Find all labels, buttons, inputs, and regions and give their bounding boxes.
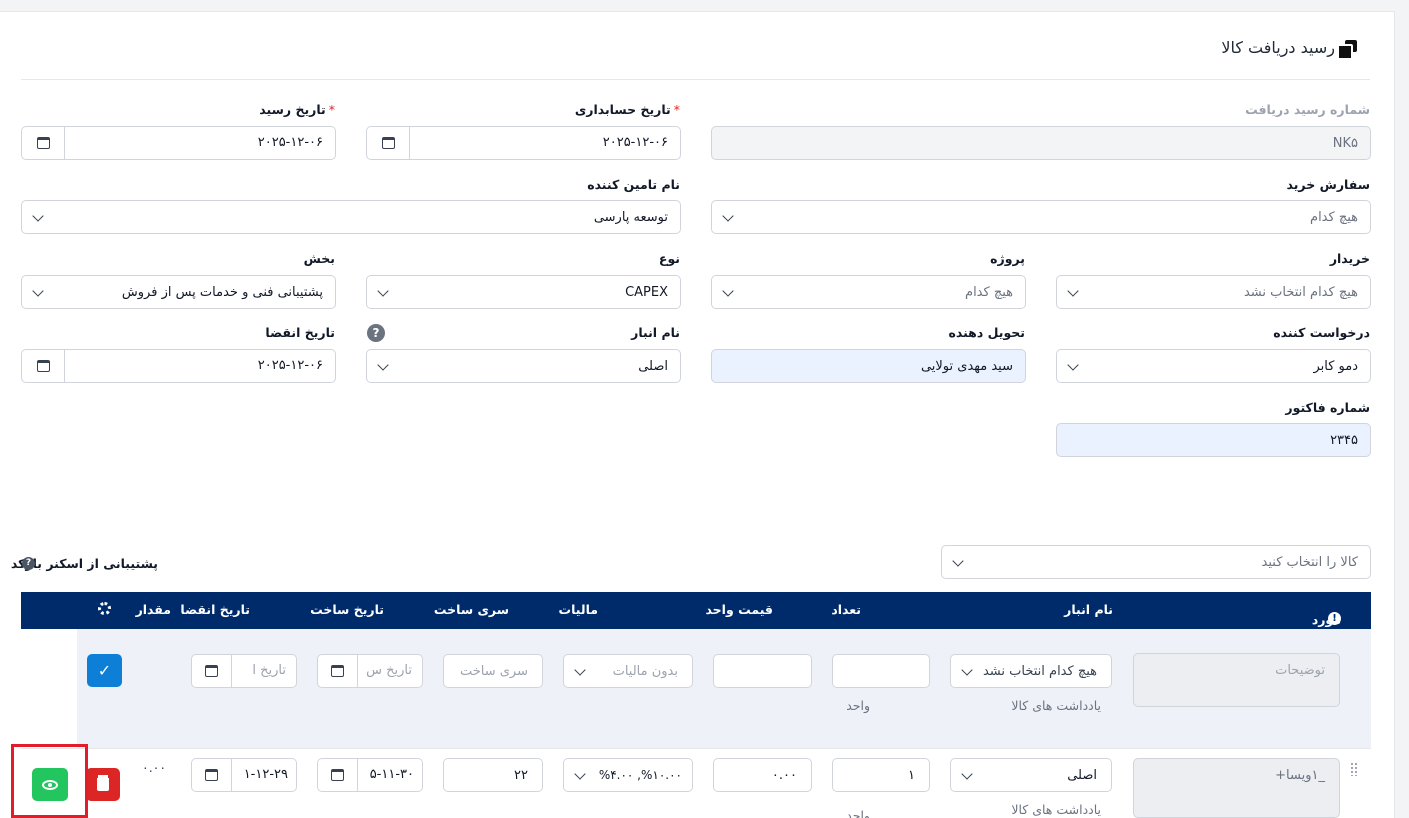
unit-label: واحد	[846, 698, 870, 713]
trash-icon	[97, 778, 109, 791]
project-label: پروژه	[990, 251, 1025, 266]
col-qty: تعداد	[831, 602, 861, 617]
invoice-no-input[interactable]: ۲۳۴۵	[1056, 423, 1371, 457]
accounting-date-field[interactable]: ۲۰۲۵-۱۲-۰۶	[366, 126, 681, 160]
new-row-qty-input[interactable]	[832, 654, 930, 688]
chevron-down-icon	[722, 285, 734, 297]
row-warehouse-select[interactable]: اصلی	[950, 758, 1112, 792]
calendar-button[interactable]	[367, 127, 410, 159]
purchase-order-select[interactable]: هیچ کدام	[711, 200, 1371, 234]
invoice-no-label: شماره فاکتور	[1285, 400, 1370, 415]
new-row-batch-input[interactable]: سری ساخت	[443, 654, 543, 688]
receipt-date-field[interactable]: ۲۰۲۵-۱۲-۰۶	[21, 126, 336, 160]
chevron-down-icon	[377, 285, 389, 297]
check-icon: ✓	[97, 661, 112, 680]
warehouse-label: نام انبار	[631, 325, 680, 340]
item-notes-label[interactable]: یادداشت های کالا	[1011, 698, 1101, 713]
row-amount: ۰.۰۰	[142, 760, 167, 775]
delete-row-button[interactable]	[86, 768, 120, 801]
row-expiry-date[interactable]: ۱-۱۲-۲۹	[191, 758, 297, 792]
department-label: بخش	[303, 251, 335, 266]
barcode-help-icon[interactable]: ?	[22, 557, 35, 570]
calendar-button[interactable]	[318, 759, 358, 791]
chevron-down-icon	[32, 210, 44, 222]
unit-label: واحد	[846, 808, 870, 818]
row-mfg-date[interactable]: ۵-۱۱-۳۰	[317, 758, 423, 792]
gear-icon[interactable]	[98, 602, 111, 615]
expiry-date-label: تاریخ انقضا	[265, 325, 335, 340]
chevron-down-icon	[952, 555, 964, 567]
deliverer-input[interactable]: سید مهدی تولایی	[711, 349, 1026, 383]
department-select[interactable]: پشتیبانی فنی و خدمات پس از فروش	[21, 275, 336, 309]
chevron-down-icon	[961, 768, 973, 780]
calendar-button[interactable]	[192, 759, 232, 791]
receipt-no-label: شماره رسید دریافت	[1245, 102, 1370, 117]
highlight-box	[11, 744, 88, 818]
chevron-down-icon	[574, 664, 586, 676]
row-unit-price-input[interactable]: ۰.۰۰	[713, 758, 812, 792]
project-select[interactable]: هیچ کدام	[711, 275, 1026, 309]
chevron-down-icon	[1067, 359, 1079, 371]
col-expiry: تاریخ انقضا	[180, 602, 250, 617]
drag-handle-icon[interactable]	[1350, 762, 1358, 776]
calendar-icon	[36, 137, 50, 149]
calendar-icon	[36, 360, 50, 372]
col-warehouse: نام انبار	[1064, 602, 1113, 617]
col-amount: مقدار	[135, 602, 171, 617]
supplier-select[interactable]: توسعه پارسی	[21, 200, 681, 234]
title-divider	[21, 79, 1370, 80]
new-row-expiry-date[interactable]: تاریخ ا	[191, 654, 297, 688]
chevron-down-icon	[722, 210, 734, 222]
type-label: نوع	[658, 251, 680, 266]
new-row-unit-price-input[interactable]	[713, 654, 812, 688]
deliverer-label: تحویل دهنده	[948, 325, 1025, 340]
page-title: رسید دریافت کالا	[1221, 38, 1357, 60]
col-mfg-date: تاریخ ساخت	[310, 602, 384, 617]
calendar-button[interactable]	[22, 350, 65, 382]
help-icon[interactable]: ?	[367, 324, 385, 342]
calendar-button[interactable]	[318, 655, 358, 687]
chevron-down-icon	[574, 768, 586, 780]
requester-select[interactable]: دمو کابر	[1056, 349, 1371, 383]
row-description-input[interactable]: _۱ویسا+	[1133, 758, 1340, 818]
purchase-order-label: سفارش خرید	[1286, 177, 1370, 192]
expiry-date-field[interactable]: ۲۰۲۵-۱۲-۰۶	[21, 349, 336, 383]
accounting-date-label: *تاریخ حسابداری	[574, 102, 680, 117]
row-qty-input[interactable]: ۱	[832, 758, 930, 792]
calendar-icon	[381, 137, 395, 149]
chevron-down-icon	[961, 664, 973, 676]
calendar-icon	[331, 665, 344, 677]
receipt-no-field: NK۵	[711, 126, 1371, 160]
chevron-down-icon	[32, 285, 44, 297]
calendar-button[interactable]	[192, 655, 232, 687]
type-select[interactable]: CAPEX	[366, 275, 681, 309]
item-select[interactable]: کالا را انتخاب کنید	[941, 545, 1371, 579]
chevron-down-icon	[377, 359, 389, 371]
items-table-header: ! مورد نام انبار تعداد قیمت واحد مالیات س…	[21, 592, 1371, 629]
buyer-select[interactable]: هیچ کدام انتخاب نشد	[1056, 275, 1371, 309]
description-input[interactable]: توضیحات	[1133, 653, 1340, 707]
item-notes-label[interactable]: یادداشت های کالا	[1011, 802, 1101, 818]
chevron-down-icon	[1067, 285, 1079, 297]
new-row-mfg-date[interactable]: تاریخ س	[317, 654, 423, 688]
calendar-icon	[205, 769, 218, 781]
copy-icon	[1337, 39, 1357, 60]
calendar-icon	[205, 665, 218, 677]
col-unit-price: قیمت واحد	[705, 602, 773, 617]
col-batch: سری ساخت	[433, 602, 509, 617]
new-row-warehouse-select[interactable]: هیچ کدام انتخاب نشد	[950, 654, 1112, 688]
requester-label: درخواست کننده	[1273, 325, 1370, 340]
row-tax-select[interactable]: %۴.۰۰ ,%۱۰.۰۰	[563, 758, 693, 792]
calendar-button[interactable]	[22, 127, 65, 159]
col-tax: مالیات	[558, 602, 598, 617]
row-batch-input[interactable]: ۲۲	[443, 758, 543, 792]
buyer-label: خریدار	[1329, 251, 1370, 266]
receipt-date-label: *تاریخ رسید	[259, 102, 335, 117]
confirm-row-button[interactable]: ✓	[87, 654, 122, 687]
warehouse-select[interactable]: اصلی	[366, 349, 681, 383]
new-row-tax-select[interactable]: بدون مالیات	[563, 654, 693, 688]
calendar-icon	[331, 769, 344, 781]
supplier-label: نام تامین کننده	[587, 177, 680, 192]
